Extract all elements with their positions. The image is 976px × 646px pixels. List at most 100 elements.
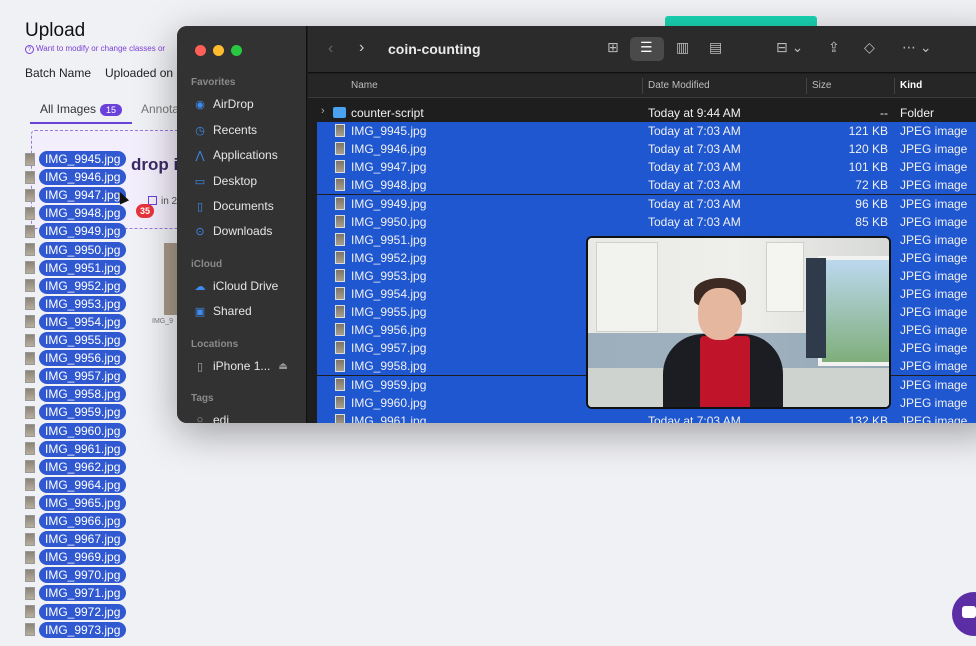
file-kind: JPEG image [900,250,968,265]
tag-icon[interactable]: ◇ [864,39,875,56]
sidebar-item-recents[interactable]: ◷ Recents [193,123,257,137]
file-kind: JPEG image [900,214,968,229]
sidebar-section-favorites: Favorites [191,77,236,88]
file-name: counter-script [351,106,424,120]
dragged-file-label: IMG_9957.jpg [39,368,127,385]
image-file-icon [335,323,345,337]
forward-button[interactable]: › [359,39,364,57]
sidebar-item-label: AirDrop [213,97,254,111]
file-size: 120 KB [848,142,888,157]
sidebar-item-airdrop[interactable]: ◉ AirDrop [193,97,254,111]
classes-hint-link[interactable]: ? Want to modify or change classes or [25,44,165,54]
image-file-icon [25,224,35,238]
image-file-icon [335,305,345,319]
sidebar-item-desktop[interactable]: ▭ Desktop [193,174,257,188]
dragged-file: IMG_9972.jpg [25,603,127,620]
file-kind: JPEG image [900,341,968,356]
folder-row[interactable]: › counter-script Today at 9:44 AM -- Folder [308,104,976,122]
drag-count-badge: 35 [136,204,154,218]
close-window-button[interactable] [195,45,206,56]
dragged-file-label: IMG_9945.jpg [39,151,127,167]
dragged-file-label: IMG_9961.jpg [39,440,127,457]
image-file-icon [25,405,35,419]
image-file-icon [25,586,35,600]
tab-all-images[interactable]: All Images 15 [40,102,123,116]
sidebar-item-shared[interactable]: ▣ Shared [193,304,252,318]
batch-name-label: Batch Name [25,66,92,80]
icon-view-icon[interactable]: ⊞ [607,39,619,56]
file-name: IMG_9958.jpg [351,359,427,374]
dragged-file-label: IMG_9946.jpg [39,169,127,186]
share-icon[interactable]: ⇪ [828,39,840,56]
file-row[interactable]: IMG_9948.jpg Today at 7:03 AM 72 KB JPEG im… [317,176,976,195]
sidebar-item-applications[interactable]: ⋀ Applications [193,148,278,162]
file-kind: JPEG image [900,160,968,175]
file-date: Today at 7:03 AM [648,214,741,229]
column-kind[interactable]: Kind [900,80,922,91]
minimize-window-button[interactable] [213,45,224,56]
file-kind: JPEG image [900,413,968,423]
disclosure-triangle-icon[interactable]: › [321,105,325,117]
dragged-file-label: IMG_9951.jpg [39,259,127,276]
image-file-icon [335,124,345,138]
dragged-file-label: IMG_9955.jpg [39,332,127,348]
file-row[interactable]: IMG_9949.jpg Today at 7:03 AM 96 KB JPEG im… [317,194,976,213]
image-file-icon [335,196,345,210]
dragged-file-label: IMG_9972.jpg [39,603,127,620]
chat-support-button[interactable] [952,592,976,636]
sidebar-item-documents[interactable]: ▯ Documents [193,199,274,213]
sidebar-item-downloads[interactable]: ⊙ Downloads [193,224,272,238]
dragged-file-label: IMG_9966.jpg [39,513,127,529]
more-actions-icon[interactable]: ⋯ ⌄ [902,39,932,56]
group-by-icon[interactable]: ⊟ ⌄ [776,39,803,56]
folder-title: coin-counting [388,41,481,57]
file-row[interactable]: IMG_9961.jpg Today at 7:03 AM 132 KB JPEG i… [317,411,976,423]
image-file-icon [25,532,35,546]
file-name: IMG_9946.jpg [351,142,427,157]
image-file-icon [25,605,35,618]
applications-icon: ⋀ [195,149,205,162]
dragged-file: IMG_9967.jpg [25,531,127,548]
gallery-view-icon[interactable]: ▤ [709,39,722,56]
zoom-window-button[interactable] [231,45,242,56]
sidebar-item-tag[interactable]: ○ edi [193,413,229,423]
sidebar-item-iphone[interactable]: ▯ iPhone 1... ⏏ [193,359,288,373]
column-view-icon[interactable]: ▥ [676,39,689,56]
back-button[interactable]: ‹ [328,40,333,58]
dragged-file: IMG_9954.jpg [25,313,127,330]
list-view-icon[interactable]: ☰ [640,39,653,56]
dragged-file: IMG_9957.jpg [25,368,127,385]
dragged-file: IMG_9953.jpg [25,295,127,312]
dragged-file-label: IMG_9973.jpg [39,621,127,638]
file-date: Today at 7:03 AM [648,413,741,423]
tab-annotate[interactable]: Annota [141,102,179,116]
file-name: IMG_9948.jpg [351,178,427,193]
dragged-file: IMG_9948.jpg [25,205,127,222]
column-date-modified[interactable]: Date Modified [648,80,710,91]
file-row[interactable]: IMG_9945.jpg Today at 7:03 AM 121 KB JPEG i… [317,122,976,141]
eject-icon[interactable]: ⏏ [278,361,287,372]
file-row[interactable]: IMG_9950.jpg Today at 7:03 AM 85 KB JPEG im… [317,212,976,231]
file-row[interactable]: IMG_9946.jpg Today at 7:03 AM 120 KB JPEG i… [317,140,976,159]
column-size[interactable]: Size [812,80,831,91]
dragged-file: IMG_9949.jpg [25,223,127,240]
image-file-icon [335,268,345,282]
file-row[interactable]: IMG_9947.jpg Today at 7:03 AM 101 KB JPEG i… [317,158,976,177]
dragged-file: IMG_9955.jpg [25,332,127,348]
sidebar-item-label: Applications [213,148,278,162]
sidebar-item-label: Downloads [213,224,273,238]
column-name[interactable]: Name [351,80,378,91]
dragged-file-label: IMG_9949.jpg [39,223,127,240]
image-count-badge: 15 [100,104,123,116]
column-divider [642,78,643,94]
column-divider [894,78,895,94]
image-file-icon [25,424,35,437]
sidebar-item-icloud-drive[interactable]: ☁ iCloud Drive [193,279,279,293]
file-date: Today at 7:03 AM [648,160,741,175]
image-thumbnail[interactable] [164,243,178,315]
dragged-file: IMG_9964.jpg [25,476,127,493]
dragged-file: IMG_9973.jpg [25,621,127,638]
file-name: IMG_9959.jpg [351,377,427,392]
file-date: Today at 9:44 AM [648,106,741,120]
image-file-icon [25,315,35,329]
